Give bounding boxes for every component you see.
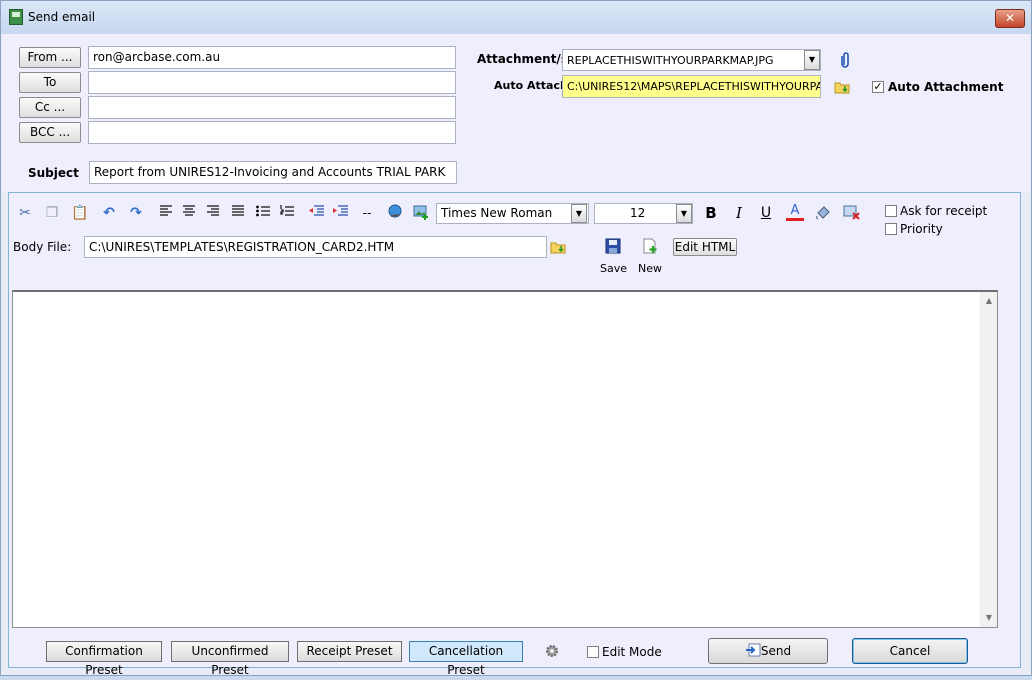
clear-format-icon[interactable]	[843, 204, 861, 222]
insert-image-icon[interactable]	[412, 204, 430, 222]
send-icon	[745, 641, 761, 657]
close-button[interactable]: ✕	[995, 9, 1025, 28]
subject-label: Subject	[28, 166, 79, 180]
underline-button[interactable]: U	[757, 204, 775, 222]
subject-field[interactable]: Report from UNIRES12-Invoicing and Accou…	[89, 161, 457, 184]
new-label[interactable]: New	[638, 262, 662, 275]
save-icon[interactable]	[605, 238, 621, 254]
align-center-icon[interactable]	[180, 204, 198, 222]
indent-icon[interactable]	[331, 204, 349, 222]
numbered-list-icon[interactable]	[278, 204, 296, 222]
outdent-icon[interactable]	[307, 204, 325, 222]
attachments-select[interactable]: REPLACETHISWITHYOURPARKMAP.JPG	[562, 49, 821, 71]
scroll-down-arrow-icon[interactable]: ▼	[981, 611, 997, 625]
link-icon[interactable]	[386, 204, 404, 222]
to-field[interactable]	[88, 71, 456, 94]
gear-icon[interactable]	[544, 643, 560, 659]
priority-checkbox[interactable]	[885, 223, 897, 235]
edit-html-button[interactable]: Edit HTML	[673, 238, 737, 256]
font-family-dropdown-arrow[interactable]: ▼	[571, 204, 587, 223]
to-button[interactable]: To	[19, 72, 81, 93]
auto-attachment-checkbox[interactable]: ✓	[872, 81, 884, 93]
bullet-list-icon[interactable]	[254, 204, 272, 222]
cut-icon[interactable]: ✂	[16, 204, 34, 222]
font-family-select[interactable]: Times New Roman	[436, 203, 589, 224]
font-color-icon[interactable]: A	[786, 204, 804, 221]
from-button[interactable]: From ...	[19, 47, 81, 68]
bcc-button[interactable]: BCC ...	[19, 122, 81, 143]
body-file-label: Body File:	[13, 240, 72, 254]
confirmation-preset-button[interactable]: Confirmation Preset	[46, 641, 162, 677]
redo-icon[interactable]: ↷	[127, 204, 145, 222]
priority-label: Priority	[900, 222, 943, 236]
paste-icon[interactable]: 📋	[71, 204, 89, 222]
cancellation-preset-button[interactable]: Cancellation Preset	[409, 641, 523, 677]
horizontal-rule-icon[interactable]: --	[358, 204, 376, 222]
ask-receipt-checkbox[interactable]	[885, 205, 897, 217]
new-file-icon[interactable]	[642, 238, 658, 254]
send-label: Send	[760, 644, 792, 658]
undo-icon[interactable]: ↶	[100, 204, 118, 222]
cancel-button[interactable]: Cancel	[852, 638, 968, 664]
edit-mode-label: Edit Mode	[602, 645, 662, 659]
bcc-field[interactable]	[88, 121, 456, 144]
ask-receipt-label: Ask for receipt	[900, 204, 988, 218]
receipt-preset-button[interactable]: Receipt Preset	[297, 641, 402, 662]
app-icon	[9, 9, 23, 25]
send-email-window: Send email ✕ From ... ron@arcbase.com.au…	[0, 0, 1032, 677]
fill-icon[interactable]	[814, 204, 832, 222]
send-button[interactable]: Send	[708, 638, 828, 664]
auto-attachment-label: Auto Attachment	[888, 80, 1004, 94]
edit-mode-checkbox[interactable]	[587, 646, 599, 658]
auto-attach-field[interactable]: C:\UNIRES12\MAPS\REPLACETHISWITHYOURPARK…	[562, 75, 821, 98]
paperclip-icon[interactable]	[841, 51, 851, 68]
font-size-dropdown-arrow[interactable]: ▼	[676, 204, 692, 223]
attachments-dropdown-arrow[interactable]: ▼	[804, 50, 820, 70]
email-body-editor[interactable]: ▲ ▼	[12, 290, 998, 628]
window-title: Send email	[28, 10, 96, 24]
italic-button[interactable]: I	[730, 204, 748, 222]
cc-field[interactable]	[88, 96, 456, 119]
copy-icon[interactable]: ❐	[43, 204, 61, 222]
justify-icon[interactable]	[229, 204, 247, 222]
from-field[interactable]: ron@arcbase.com.au	[88, 46, 456, 69]
align-left-icon[interactable]	[157, 204, 175, 222]
body-file-browse-icon[interactable]	[550, 239, 566, 255]
cc-button[interactable]: Cc ...	[19, 97, 81, 118]
title-bar: Send email ✕	[1, 1, 1031, 34]
body-file-field[interactable]: C:\UNIRES\TEMPLATES\REGISTRATION_CARD2.H…	[84, 236, 547, 258]
unconfirmed-preset-button[interactable]: Unconfirmed Preset	[171, 641, 289, 677]
save-label[interactable]: Save	[600, 262, 627, 275]
folder-browse-icon[interactable]	[834, 79, 850, 95]
align-right-icon[interactable]	[204, 204, 222, 222]
bold-button[interactable]: B	[702, 204, 720, 222]
editor-scrollbar[interactable]: ▲ ▼	[980, 292, 997, 627]
scroll-up-arrow-icon[interactable]: ▲	[981, 294, 997, 308]
auto-attach-label: Auto Attach:	[494, 79, 573, 92]
